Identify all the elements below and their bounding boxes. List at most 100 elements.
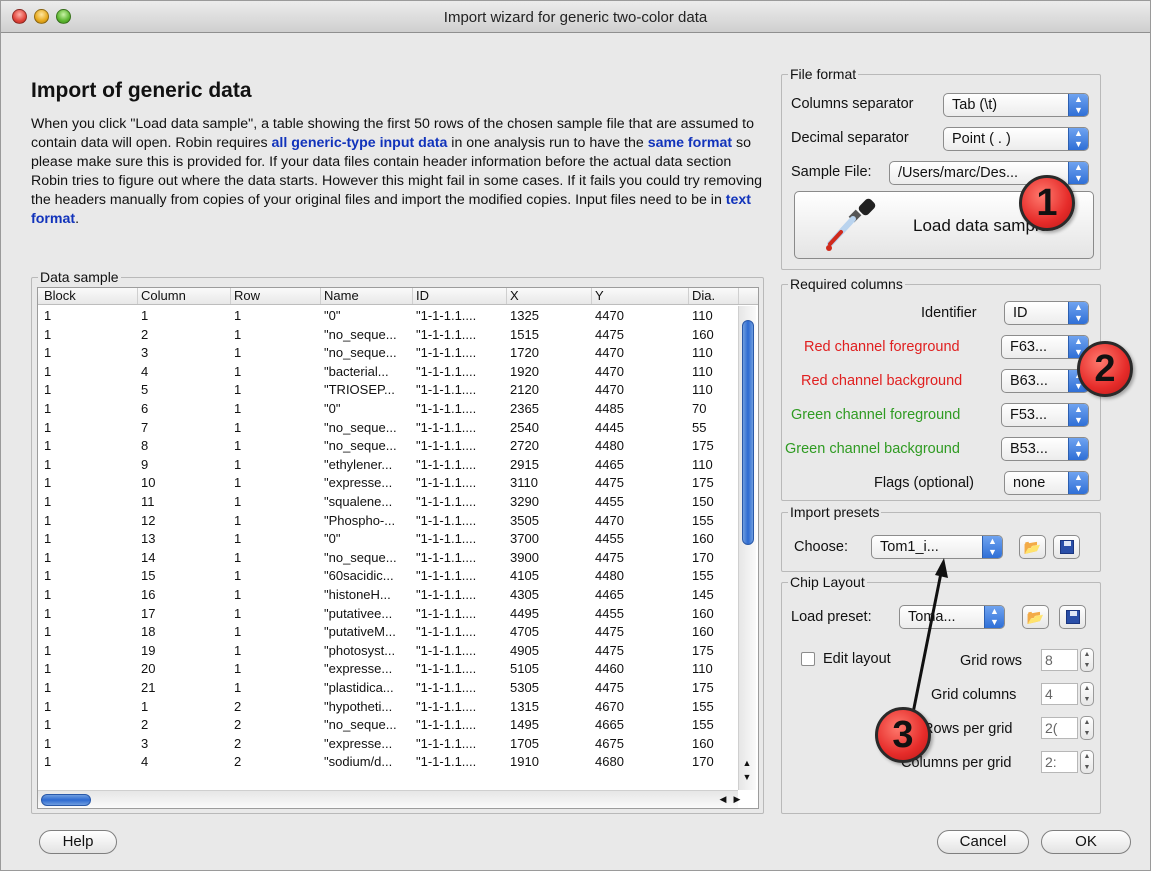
table-cell: 4495 [510, 605, 539, 621]
identifier-select[interactable]: ID ▲ ▼ [1004, 301, 1089, 325]
column-header[interactable]: Dia. [689, 288, 739, 304]
rows-per-grid-stepper[interactable]: ▲ ▼ [1080, 716, 1094, 740]
table-cell: 1 [234, 419, 242, 435]
edit-layout-checkbox[interactable] [801, 652, 815, 666]
red-background-select[interactable]: B63...▲▼ [1001, 369, 1089, 393]
table-cell: 2 [234, 698, 242, 714]
table-row[interactable]: 1 16 1 "histoneH... "1-1-1.1.... 4305 4465 145 [38, 586, 738, 605]
table-cell: "putativeM... [324, 624, 396, 640]
column-header[interactable]: Block [41, 288, 138, 304]
column-header[interactable]: Name [321, 288, 413, 304]
table-cell: 4680 [595, 754, 624, 770]
table-row[interactable]: 1 4 2 "sodium/d... "1-1-1.1.... 1910 4680 170 [38, 753, 738, 772]
columns-separator-select[interactable]: Tab (\t) ▲ ▼ [943, 93, 1089, 117]
chip-layout-preset-select[interactable]: Toma... ▲ ▼ [899, 605, 1005, 629]
table-row[interactable]: 1 20 1 "expresse... "1-1-1.1.... 5105 4460 110 [38, 660, 738, 679]
table-row[interactable]: 1 12 1 "Phospho-... "1-1-1.1.... 3505 4470 155 [38, 512, 738, 531]
table-row[interactable]: 1 9 1 "ethylener... "1-1-1.1.... 2915 4465 110 [38, 456, 738, 475]
table-row[interactable]: 1 15 1 "60sacidic... "1-1-1.1.... 4105 4480 155 [38, 567, 738, 586]
table-row[interactable]: 1 1 2 "hypotheti... "1-1-1.1.... 1315 4670 155 [38, 698, 738, 717]
grid-columns-stepper[interactable]: ▲ ▼ [1080, 682, 1094, 706]
table-cell: 19 [141, 642, 156, 658]
table-cell: "1-1-1.1.... [416, 698, 477, 714]
rows-per-grid-field[interactable]: 2( [1041, 717, 1078, 739]
table-row[interactable]: 1 3 1 "no_seque... "1-1-1.1.... 1720 4470 110 [38, 344, 738, 363]
open-preset-button[interactable]: 📂 [1019, 535, 1046, 559]
table-cell: 2 [141, 326, 149, 342]
table-row[interactable]: 1 14 1 "no_seque... "1-1-1.1.... 3900 4475 170 [38, 549, 738, 568]
table-cell: 18 [141, 624, 156, 640]
table-cell: "plastidica... [324, 680, 394, 695]
table-cell: 1 [44, 717, 52, 733]
table-cell: "1-1-1.1.... [416, 642, 477, 658]
table-cell: "sodium/d... [324, 754, 393, 770]
table-row[interactable]: 1 21 1 "plastidica... "1-1-1.1.... 5305 4475 17… [38, 679, 738, 698]
grid-columns-field[interactable]: 4 [1041, 683, 1078, 705]
column-header[interactable]: X [507, 288, 592, 304]
grid-rows-field[interactable]: 8 [1041, 649, 1078, 671]
import-preset-select[interactable]: Tom1_i... ▲ ▼ [871, 535, 1003, 559]
flags-select[interactable]: none ▲ ▼ [1004, 471, 1089, 495]
save-preset-button[interactable] [1053, 535, 1080, 559]
table-row[interactable]: 1 1 1 "0" "1-1-1.1.... 1325 4470 110 [38, 307, 738, 326]
red-foreground-select[interactable]: F63... ▲ ▼ [1001, 335, 1089, 359]
title-bar[interactable]: Import wizard for generic two-color data [1, 1, 1150, 33]
table-cell: 4445 [595, 419, 624, 435]
column-header[interactable]: Row [231, 288, 321, 304]
help-button[interactable]: Help [39, 830, 117, 854]
table-row[interactable]: 1 17 1 "putativee... "1-1-1.1.... 4495 4455 160 [38, 605, 738, 624]
columns-per-grid-stepper[interactable]: ▲ ▼ [1080, 750, 1094, 774]
table-cell: 4455 [595, 605, 624, 621]
scroll-up-arrow-icon[interactable]: ▲ [738, 758, 756, 772]
table-cell: 3 [141, 345, 149, 361]
sample-file-label: Sample File: [791, 164, 872, 180]
green-background-select[interactable]: B53... ▲ ▼ [1001, 437, 1089, 461]
table-cell: 1 [44, 642, 52, 658]
table-cell: 1 [44, 438, 52, 454]
column-header[interactable]: Y [592, 288, 689, 304]
table-cell: 1 [234, 326, 242, 342]
save-layout-button[interactable] [1059, 605, 1086, 629]
data-sample-table[interactable]: Block Column Row Name ID X Y Dia. 1 1 1 "0" "1-1-1.… [37, 287, 759, 809]
table-row[interactable]: 1 19 1 "photosyst... "1-1-1.1.... 4905 4475 175 [38, 642, 738, 661]
scroll-left-arrow-icon[interactable]: ◀ [716, 790, 730, 808]
table-row[interactable]: 1 18 1 "putativeM... "1-1-1.1.... 4705 4475 160 [38, 623, 738, 642]
table-row[interactable]: 1 2 2 "no_seque... "1-1-1.1.... 1495 4665 155 [38, 716, 738, 735]
scroll-down-arrow-icon[interactable]: ▼ [738, 772, 756, 786]
table-row[interactable]: 1 5 1 "TRIOSEP... "1-1-1.1.... 2120 4470 110 [38, 381, 738, 400]
green-foreground-label: Green channel foreground [791, 407, 961, 423]
table-row[interactable]: 1 6 1 "0" "1-1-1.1.... 2365 4485 70 [38, 400, 738, 419]
table-cell: 1 [234, 624, 242, 640]
table-row[interactable]: 1 4 1 "bacterial... "1-1-1.1.... 1920 4470 110 [38, 363, 738, 382]
column-header[interactable]: Column [138, 288, 231, 304]
column-header[interactable]: ID [413, 288, 507, 304]
table-cell: 160 [692, 326, 714, 342]
table-cell: "expresse... [324, 661, 393, 677]
table-row[interactable]: 1 8 1 "no_seque... "1-1-1.1.... 2720 4480 175 [38, 437, 738, 456]
annotation-badge-2: 2 [1077, 341, 1133, 397]
green-foreground-select[interactable]: F53... ▲ ▼ [1001, 403, 1089, 427]
columns-per-grid-field[interactable]: 2: [1041, 751, 1078, 773]
table-row[interactable]: 1 3 2 "expresse... "1-1-1.1.... 1705 4675 160 [38, 735, 738, 754]
table-row[interactable]: 1 13 1 "0" "1-1-1.1.... 3700 4455 160 [38, 530, 738, 549]
open-layout-button[interactable]: 📂 [1022, 605, 1049, 629]
import-wizard-window: Import wizard for generic two-color data… [0, 0, 1151, 871]
table-cell: "no_seque... [324, 326, 397, 342]
table-row[interactable]: 1 11 1 "squalene... "1-1-1.1.... 3290 4455 150 [38, 493, 738, 512]
table-cell: 7 [141, 419, 149, 435]
decimal-separator-select[interactable]: Point ( . ) ▲ ▼ [943, 127, 1089, 151]
horizontal-scroll-thumb[interactable] [41, 794, 91, 806]
table-row[interactable]: 1 10 1 "expresse... "1-1-1.1.... 3110 4475 175 [38, 474, 738, 493]
horizontal-scrollbar[interactable] [38, 790, 738, 808]
table-row[interactable]: 1 2 1 "no_seque... "1-1-1.1.... 1515 4475 160 [38, 326, 738, 345]
table-cell: 9 [141, 456, 149, 472]
ok-button[interactable]: OK [1041, 830, 1131, 854]
table-row[interactable]: 1 7 1 "no_seque... "1-1-1.1.... 2540 4445 55 [38, 419, 738, 438]
scroll-right-arrow-icon[interactable]: ▶ [730, 790, 744, 808]
table-cell: "TRIOSEP... [324, 382, 395, 398]
vertical-scrollbar[interactable] [738, 306, 756, 790]
grid-rows-stepper[interactable]: ▲ ▼ [1080, 648, 1094, 672]
table-cell: 155 [692, 717, 714, 733]
cancel-button[interactable]: Cancel [937, 830, 1029, 854]
vertical-scroll-thumb[interactable] [742, 320, 754, 545]
